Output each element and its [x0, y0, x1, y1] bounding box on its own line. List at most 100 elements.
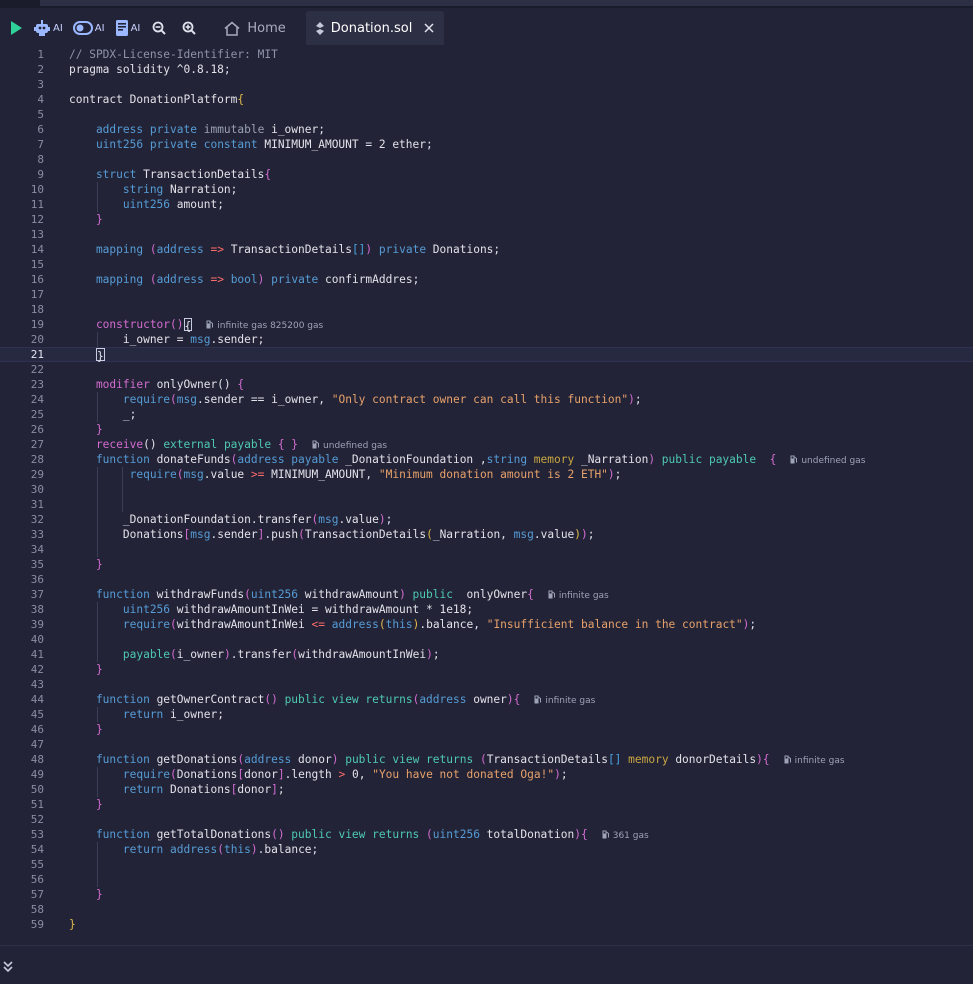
line-number: 19: [30, 318, 44, 331]
code-token: // SPDX-License-Identifier: MIT: [69, 48, 278, 61]
code-line[interactable]: 59}: [0, 917, 973, 932]
code-line[interactable]: 43: [0, 677, 973, 692]
line-number: 3: [37, 78, 44, 91]
code-token: (: [244, 588, 251, 601]
code-line[interactable]: 35 }: [0, 557, 973, 572]
code-line[interactable]: 25 _;: [0, 407, 973, 422]
code-line[interactable]: 17: [0, 287, 973, 302]
code-line[interactable]: 57 }: [0, 887, 973, 902]
code-line[interactable]: 29 require(msg.value >= MINIMUM_AMOUNT, …: [0, 467, 973, 482]
code-token: contract DonationPlatform: [69, 93, 238, 106]
code-line[interactable]: 53 function getTotalDonations() public v…: [0, 827, 973, 842]
code-token: returns: [372, 828, 427, 841]
code-token: getDonations: [156, 753, 238, 766]
code-line[interactable]: 9 struct TransactionDetails{: [0, 167, 973, 182]
code-token: public: [405, 588, 467, 601]
code-line[interactable]: 6 address private immutable i_owner;: [0, 122, 973, 137]
code-line[interactable]: 23 modifier onlyOwner() {: [0, 377, 973, 392]
ai-assistant-button[interactable]: AI: [33, 14, 63, 42]
code-line[interactable]: 58: [0, 902, 973, 917]
code-line[interactable]: 19 constructor(){infinite gas 825200 gas: [0, 317, 973, 333]
zoom-out-button[interactable]: [152, 14, 167, 42]
code-line[interactable]: 15: [0, 257, 973, 272]
code-line[interactable]: 54 return address(this).balance;: [0, 842, 973, 857]
code-line[interactable]: 34: [0, 542, 973, 557]
code-line[interactable]: 10 string Narration;: [0, 182, 973, 197]
code-token: ): [250, 843, 258, 856]
code-line[interactable]: 24 require(msg.sender == i_owner, "Only …: [0, 392, 973, 407]
code-line[interactable]: 51 }: [0, 797, 973, 812]
code-line[interactable]: 27 receive() external payable { } undefin…: [0, 437, 973, 452]
code-line[interactable]: 3: [0, 77, 973, 92]
code-token: public: [284, 693, 332, 706]
code-line[interactable]: 56: [0, 872, 973, 887]
zoom-in-button[interactable]: [182, 14, 197, 42]
tab-home[interactable]: Home: [214, 8, 295, 48]
line-number: 44: [30, 693, 44, 706]
code-line[interactable]: 16 mapping (address => bool) private con…: [0, 272, 973, 287]
code-token: .balance,: [419, 618, 487, 631]
code-line[interactable]: 39 require(withdrawAmountInWei <= addres…: [0, 617, 973, 632]
code-line[interactable]: 36: [0, 572, 973, 587]
code-line[interactable]: 30: [0, 482, 973, 497]
code-token: {: [237, 378, 245, 391]
code-line[interactable]: 7 uint256 private constant MINIMUM_AMOUN…: [0, 137, 973, 152]
code-line[interactable]: 13: [0, 227, 973, 242]
code-line[interactable]: 4 contract DonationPlatform{: [0, 92, 973, 107]
code-line[interactable]: 50 return Donations[donor];: [0, 782, 973, 797]
code-line[interactable]: 26 }: [0, 422, 973, 437]
line-number: 48: [30, 753, 44, 766]
code-line[interactable]: 32 _DonationFoundation.transfer(msg.valu…: [0, 512, 973, 527]
code-line[interactable]: 21 }: [0, 347, 973, 363]
code-text: require(msg.sender == i_owner, "Only con…: [69, 392, 642, 407]
code-line[interactable]: 20 i_owner = msg.sender;: [0, 332, 973, 347]
code-line[interactable]: 14 mapping (address => TransactionDetail…: [0, 242, 973, 257]
expand-panel-icon[interactable]: [2, 958, 14, 977]
code-line[interactable]: 49 require(Donations[donor].length > 0, …: [0, 767, 973, 782]
code-token: .sender;: [210, 333, 265, 346]
code-editor[interactable]: 1 // SPDX-License-Identifier: MIT 2 pragma …: [0, 45, 973, 945]
code-line[interactable]: 18: [0, 302, 973, 317]
line-number: 59: [30, 918, 44, 931]
line-number: 55: [30, 858, 44, 871]
code-line[interactable]: 48 function getDonations(address donor) …: [0, 752, 973, 767]
code-token: MINIMUM_AMOUNT,: [264, 468, 379, 481]
code-line[interactable]: 46 }: [0, 722, 973, 737]
code-line[interactable]: 1 // SPDX-License-Identifier: MIT: [0, 47, 973, 62]
code-line[interactable]: 55: [0, 857, 973, 872]
code-line[interactable]: 8: [0, 152, 973, 167]
line-number: 39: [30, 618, 44, 631]
close-icon[interactable]: [424, 23, 434, 33]
code-line[interactable]: 52: [0, 812, 973, 827]
code-line[interactable]: 41 payable(i_owner).transfer(withdrawAmo…: [0, 647, 973, 662]
code-line[interactable]: 42 }: [0, 662, 973, 677]
line-number: 58: [30, 903, 44, 916]
code-line[interactable]: 33 Donations[msg.sender].push(Transactio…: [0, 527, 973, 542]
code-token: "You have not donated Oga!": [372, 768, 555, 781]
code-line[interactable]: 12 }: [0, 212, 973, 227]
run-button[interactable]: [9, 14, 23, 42]
code-text: }: [69, 347, 105, 363]
code-line[interactable]: 22: [0, 362, 973, 377]
code-line[interactable]: 5: [0, 107, 973, 122]
code-line[interactable]: 40: [0, 632, 973, 647]
code-text: address private immutable i_owner;: [69, 122, 325, 137]
ai-toggle-button[interactable]: AI: [72, 14, 105, 42]
code-line[interactable]: 31: [0, 497, 973, 512]
indent-guide: [97, 842, 98, 887]
code-line[interactable]: 28 function donateFunds(address payable …: [0, 452, 973, 467]
code-token: function: [69, 588, 157, 601]
tab-donation-sol[interactable]: Donation.sol: [305, 11, 445, 45]
code-token: }: [95, 723, 103, 736]
code-line[interactable]: 47: [0, 737, 973, 752]
code-line[interactable]: 11 uint256 amount;: [0, 197, 973, 212]
code-text: uint256 private constant MINIMUM_AMOUNT …: [69, 137, 433, 152]
ai-docs-button[interactable]: AI: [115, 14, 140, 42]
line-number: 26: [30, 423, 44, 436]
code-line[interactable]: 45 return i_owner;: [0, 707, 973, 722]
line-number: 4: [37, 93, 44, 106]
code-line[interactable]: 38 uint256 withdrawAmountInWei = withdra…: [0, 602, 973, 617]
code-line[interactable]: 44 function getOwnerContract() public vi…: [0, 692, 973, 707]
code-line[interactable]: 37 function withdrawFunds(uint256 withdr…: [0, 587, 973, 602]
code-line[interactable]: 2 pragma solidity ^0.8.18;: [0, 62, 973, 77]
